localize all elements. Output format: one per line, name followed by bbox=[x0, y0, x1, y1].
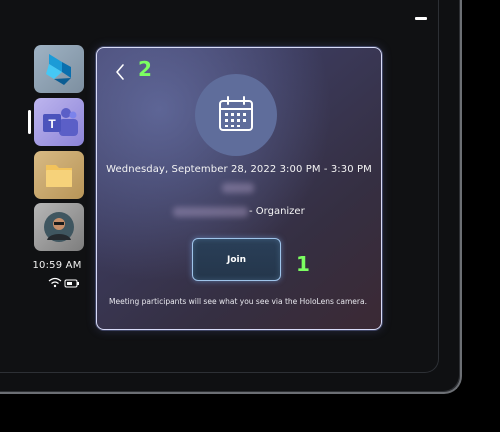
back-button[interactable] bbox=[112, 62, 130, 82]
redacted-meeting-title bbox=[222, 183, 254, 193]
camera-disclaimer: Meeting participants will see what you s… bbox=[109, 297, 367, 306]
clock-time: 10:59 AM bbox=[32, 260, 82, 271]
avatar-icon bbox=[44, 212, 74, 242]
profile-app-tile[interactable] bbox=[34, 203, 84, 251]
active-app-indicator bbox=[28, 110, 31, 134]
annotation-label-2: 2 bbox=[138, 57, 152, 81]
svg-text:T: T bbox=[48, 117, 56, 131]
join-button[interactable]: Join bbox=[192, 238, 281, 281]
minimize-icon[interactable] bbox=[415, 17, 427, 20]
dynamics-logo-icon bbox=[46, 54, 71, 85]
teams-logo-icon: T bbox=[43, 108, 78, 136]
teams-app-tile[interactable]: T bbox=[34, 98, 84, 146]
hololens-view: T 10:59 AM 2 Wednesday, September 28, 20… bbox=[0, 0, 500, 432]
calendar-icon bbox=[219, 96, 253, 131]
dynamics-app-tile[interactable] bbox=[34, 45, 84, 93]
meeting-date-time: Wednesday, September 28, 2022 3:00 PM - … bbox=[106, 164, 372, 175]
redacted-organizer-name bbox=[173, 207, 248, 217]
wifi-icon bbox=[48, 277, 62, 288]
folder-icon bbox=[46, 165, 72, 187]
calendar-badge bbox=[195, 74, 277, 156]
battery-icon bbox=[64, 279, 79, 288]
annotation-label-1: 1 bbox=[296, 252, 310, 276]
files-app-tile[interactable] bbox=[34, 151, 84, 199]
status-icons bbox=[48, 274, 82, 288]
organizer-label: - Organizer bbox=[249, 206, 305, 217]
chevron-left-icon bbox=[116, 64, 124, 80]
